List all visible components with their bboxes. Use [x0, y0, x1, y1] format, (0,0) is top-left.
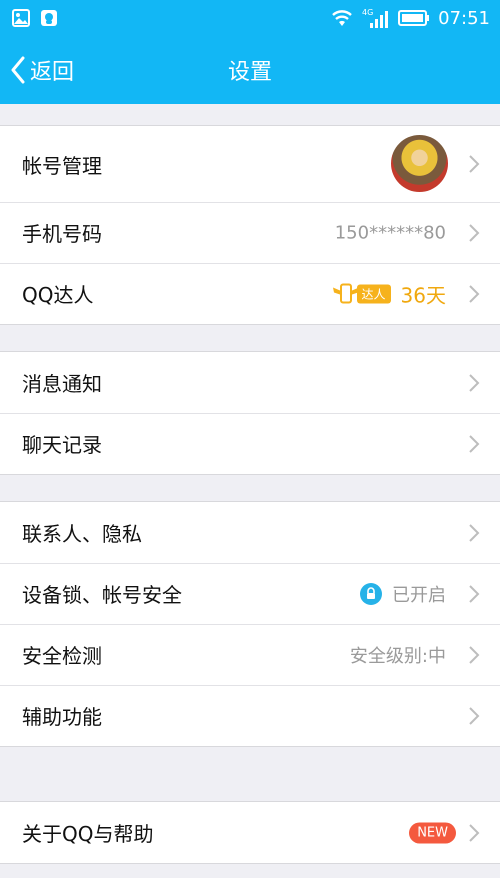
row-label: 联系人、隐私 [22, 522, 142, 546]
chevron-right-icon [469, 584, 480, 603]
chevron-right-icon [469, 155, 480, 173]
wifi-icon [332, 10, 352, 26]
row-label: 消息通知 [22, 372, 102, 396]
battery-icon [398, 10, 430, 26]
security-level-value: 安全级别:中 [349, 645, 446, 667]
chevron-right-icon [469, 434, 480, 453]
avatar [391, 135, 448, 192]
row-label: 安全检测 [22, 644, 102, 668]
page-title: 设置 [227, 60, 272, 85]
settings-group-about: 关于QQ与帮助 NEW [0, 801, 500, 864]
qq-daren-row[interactable]: QQ达人 达人 36天 [0, 263, 500, 324]
gallery-notification-icon [12, 9, 30, 27]
accessibility-row[interactable]: 辅助功能 [0, 685, 500, 746]
settings-group-messages: 消息通知 聊天记录 [0, 351, 500, 475]
daren-tag-label: 达人 [356, 284, 391, 303]
phone-number-row[interactable]: 手机号码 150******80 [0, 202, 500, 263]
chevron-right-icon [469, 645, 480, 664]
row-label: QQ达人 [22, 283, 94, 307]
nav-bar: 返回 设置 [0, 36, 500, 104]
row-label: 聊天记录 [22, 433, 102, 457]
row-label: 手机号码 [22, 222, 102, 246]
security-check-row[interactable]: 安全检测 安全级别:中 [0, 624, 500, 685]
row-label: 帐号管理 [22, 153, 102, 178]
device-lock-row[interactable]: 设备锁、帐号安全 已开启 [0, 563, 500, 624]
device-lock-value-group: 已开启 [360, 581, 446, 607]
clock: 07:51 [438, 7, 490, 29]
chevron-right-icon [469, 373, 480, 392]
phone-number-value: 150******80 [334, 222, 446, 243]
daren-badge: 达人 [331, 282, 391, 306]
status-bar: 4G 07:51 [0, 0, 500, 36]
device-lock-status: 已开启 [392, 584, 446, 606]
message-notification-row[interactable]: 消息通知 [0, 352, 500, 413]
chevron-right-icon [469, 523, 480, 542]
about-help-row[interactable]: 关于QQ与帮助 NEW [0, 802, 500, 863]
qq-notification-icon [41, 10, 57, 26]
new-badge: NEW [409, 822, 456, 843]
settings-group-account: 帐号管理 手机号码 150******80 QQ达人 达人 36天 [0, 125, 500, 325]
contacts-privacy-row[interactable]: 联系人、隐私 [0, 502, 500, 563]
daren-days-value: 36天 [400, 283, 446, 307]
signal-4g-icon: 4G [362, 8, 389, 28]
chevron-right-icon [469, 823, 480, 842]
daren-value-group: 达人 36天 [331, 279, 446, 308]
account-management-row[interactable]: 帐号管理 [0, 126, 500, 202]
chevron-right-icon [469, 706, 480, 725]
chevron-right-icon [469, 284, 480, 303]
row-label: 辅助功能 [22, 705, 102, 729]
network-type-label: 4G [362, 8, 373, 17]
row-label: 关于QQ与帮助 [22, 822, 154, 846]
settings-group-security: 联系人、隐私 设备锁、帐号安全 已开启 安全检测 安全级别:中 辅助功能 [0, 501, 500, 747]
row-label: 设备锁、帐号安全 [22, 583, 182, 607]
chat-history-row[interactable]: 聊天记录 [0, 413, 500, 474]
chevron-right-icon [469, 223, 480, 242]
lock-icon [360, 582, 382, 605]
